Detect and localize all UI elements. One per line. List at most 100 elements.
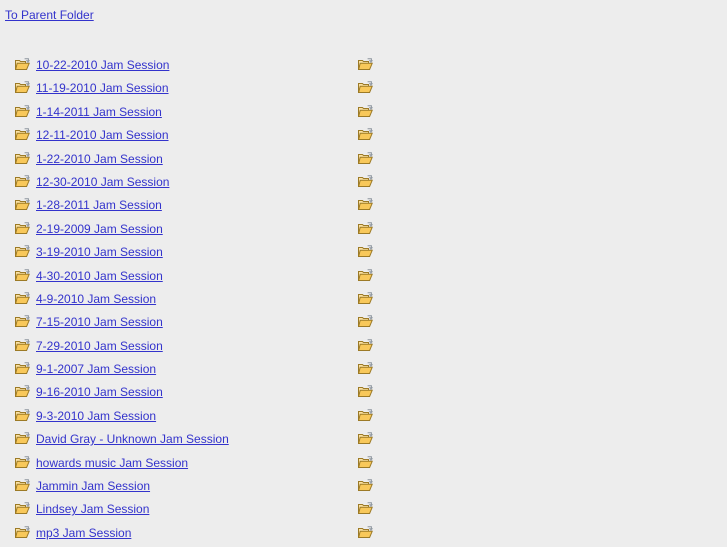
list-item: 4-9-2010 Jam Session: [0, 290, 727, 313]
open-folder-shortcut-icon[interactable]: [15, 198, 30, 211]
open-folder-shortcut-icon[interactable]: [15, 455, 30, 469]
open-folder-shortcut-icon[interactable]: [15, 526, 30, 539]
open-folder-shortcut-icon[interactable]: [358, 81, 373, 94]
list-item-label-container: howards music Jam Session: [36, 456, 188, 470]
open-folder-shortcut-icon[interactable]: [358, 502, 373, 515]
open-folder-shortcut-icon[interactable]: [358, 58, 373, 71]
list-item: 7-15-2010 Jam Session: [0, 313, 727, 336]
open-folder-shortcut-icon[interactable]: [15, 502, 30, 515]
list-item-label-container: 9-3-2010 Jam Session: [36, 409, 156, 423]
list-item-label-container: 2-19-2009 Jam Session: [36, 222, 163, 236]
page-root: To Parent Folder 10-22-2010 Jam Session: [0, 0, 727, 545]
list-item: 10-22-2010 Jam Session: [0, 56, 727, 79]
list-item: howards music Jam Session: [0, 454, 727, 477]
folder-link[interactable]: 4-30-2010 Jam Session: [36, 269, 163, 283]
folder-link[interactable]: 1-28-2011 Jam Session: [36, 198, 162, 212]
folder-link[interactable]: 11-19-2010 Jam Session: [36, 81, 169, 95]
open-folder-shortcut-icon[interactable]: [358, 198, 373, 211]
open-folder-shortcut-icon[interactable]: [15, 315, 30, 328]
list-item-label-container: 12-30-2010 Jam Session: [36, 175, 169, 189]
list-item-label-container: David Gray - Unknown Jam Session: [36, 432, 229, 446]
list-item-label-container: Jammin Jam Session: [36, 479, 150, 493]
list-item-label-container: 1-22-2010 Jam Session: [36, 152, 163, 166]
folder-link[interactable]: 10-22-2010 Jam Session: [36, 58, 169, 72]
to-parent-folder-link[interactable]: To Parent Folder: [5, 8, 94, 22]
folder-link[interactable]: 9-3-2010 Jam Session: [36, 409, 156, 423]
open-folder-shortcut-icon[interactable]: [358, 455, 373, 469]
folder-link[interactable]: mp3 Jam Session: [36, 526, 131, 540]
open-folder-shortcut-icon[interactable]: [358, 268, 373, 282]
open-folder-shortcut-icon[interactable]: [358, 432, 373, 445]
list-item: 2-19-2009 Jam Session: [0, 220, 727, 243]
folder-link[interactable]: howards music Jam Session: [36, 456, 188, 470]
list-item: 12-11-2010 Jam Session: [0, 126, 727, 149]
parent-folder-link-container: To Parent Folder: [5, 8, 94, 22]
folder-link[interactable]: 12-30-2010 Jam Session: [36, 175, 169, 189]
folder-link[interactable]: 3-19-2010 Jam Session: [36, 245, 163, 259]
list-item: mp3 Jam Session: [0, 524, 727, 547]
list-item: 11-19-2010 Jam Session: [0, 79, 727, 102]
list-item: 9-1-2007 Jam Session: [0, 360, 727, 383]
open-folder-shortcut-icon[interactable]: [15, 222, 30, 235]
open-folder-shortcut-icon[interactable]: [358, 338, 373, 352]
list-item: 7-29-2010 Jam Session: [0, 337, 727, 360]
list-item-label-container: 1-28-2011 Jam Session: [36, 198, 162, 212]
open-folder-shortcut-icon[interactable]: [358, 292, 373, 305]
open-folder-shortcut-icon[interactable]: [358, 362, 373, 375]
folder-link[interactable]: Lindsey Jam Session: [36, 502, 149, 516]
folder-link[interactable]: 4-9-2010 Jam Session: [36, 292, 156, 306]
open-folder-shortcut-icon[interactable]: [15, 81, 30, 94]
open-folder-shortcut-icon[interactable]: [15, 479, 30, 492]
open-folder-shortcut-icon[interactable]: [15, 175, 30, 188]
folder-link[interactable]: 1-22-2010 Jam Session: [36, 152, 163, 166]
open-folder-shortcut-icon[interactable]: [15, 292, 30, 305]
list-item-label-container: 12-11-2010 Jam Session: [36, 128, 169, 142]
open-folder-shortcut-icon[interactable]: [15, 385, 30, 398]
open-folder-shortcut-icon[interactable]: [358, 222, 373, 235]
open-folder-shortcut-icon[interactable]: [15, 338, 30, 352]
open-folder-shortcut-icon[interactable]: [15, 362, 30, 375]
folder-link[interactable]: 1-14-2011 Jam Session: [36, 105, 162, 119]
open-folder-shortcut-icon[interactable]: [15, 105, 30, 118]
open-folder-shortcut-icon[interactable]: [15, 128, 30, 141]
list-item-label-container: 9-1-2007 Jam Session: [36, 362, 156, 376]
list-item-label-container: 7-29-2010 Jam Session: [36, 339, 163, 353]
open-folder-shortcut-icon[interactable]: [358, 479, 373, 492]
open-folder-shortcut-icon[interactable]: [358, 245, 373, 258]
open-folder-shortcut-icon[interactable]: [15, 245, 30, 258]
list-item: 1-22-2010 Jam Session: [0, 150, 727, 173]
list-item: 9-16-2010 Jam Session: [0, 383, 727, 406]
folder-link[interactable]: 7-15-2010 Jam Session: [36, 315, 163, 329]
open-folder-shortcut-icon[interactable]: [15, 268, 30, 282]
folder-link[interactable]: David Gray - Unknown Jam Session: [36, 432, 229, 446]
folder-list: 10-22-2010 Jam Session 11-19-2010 Jam Se…: [0, 56, 727, 547]
open-folder-shortcut-icon[interactable]: [15, 151, 30, 165]
list-item: 12-30-2010 Jam Session: [0, 173, 727, 196]
list-item-label-container: 7-15-2010 Jam Session: [36, 315, 163, 329]
folder-link[interactable]: Jammin Jam Session: [36, 479, 150, 493]
folder-link[interactable]: 7-29-2010 Jam Session: [36, 339, 163, 353]
list-item-label-container: Lindsey Jam Session: [36, 502, 149, 516]
list-item-label-container: 11-19-2010 Jam Session: [36, 81, 169, 95]
open-folder-shortcut-icon[interactable]: [358, 526, 373, 539]
open-folder-shortcut-icon[interactable]: [15, 409, 30, 422]
folder-link[interactable]: 12-11-2010 Jam Session: [36, 128, 169, 142]
open-folder-shortcut-icon[interactable]: [358, 315, 373, 328]
folder-link[interactable]: 2-19-2009 Jam Session: [36, 222, 163, 236]
list-item: 1-28-2011 Jam Session: [0, 196, 727, 219]
folder-link[interactable]: 9-16-2010 Jam Session: [36, 385, 163, 399]
list-item: Lindsey Jam Session: [0, 500, 727, 523]
open-folder-shortcut-icon[interactable]: [358, 409, 373, 422]
open-folder-shortcut-icon[interactable]: [15, 58, 30, 71]
open-folder-shortcut-icon[interactable]: [358, 151, 373, 165]
list-item: 3-19-2010 Jam Session: [0, 243, 727, 266]
list-item-label-container: 10-22-2010 Jam Session: [36, 58, 169, 72]
open-folder-shortcut-icon[interactable]: [358, 128, 373, 141]
open-folder-shortcut-icon[interactable]: [358, 105, 373, 118]
list-item: 9-3-2010 Jam Session: [0, 407, 727, 430]
open-folder-shortcut-icon[interactable]: [358, 175, 373, 188]
open-folder-shortcut-icon[interactable]: [15, 432, 30, 445]
open-folder-shortcut-icon[interactable]: [358, 385, 373, 398]
folder-link[interactable]: 9-1-2007 Jam Session: [36, 362, 156, 376]
list-item-label-container: 3-19-2010 Jam Session: [36, 245, 163, 259]
